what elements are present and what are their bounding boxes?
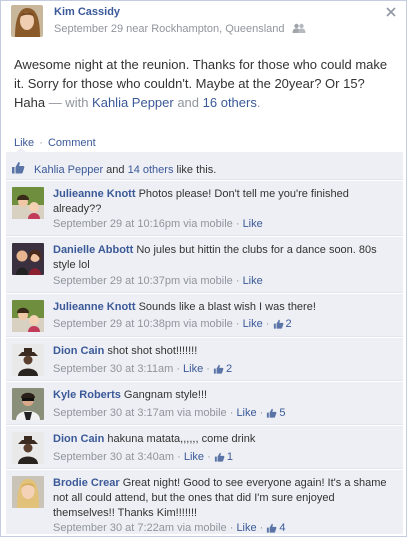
likes-suffix: like this. [173,164,217,176]
comment-like-button[interactable]: Like [236,407,256,419]
comment-like-button[interactable]: Like [236,522,256,534]
commenter-name[interactable]: Brodie Crear [53,477,120,489]
comment-item: Dion Cain shot shot shot!!!!!!! Septembe… [6,337,403,381]
liker-link[interactable]: Kahlia Pepper [34,164,103,176]
thumbs-up-icon [213,364,224,374]
comment-like-button[interactable]: Like [243,218,263,230]
post-card: Kim Cassidy September 29 near Rockhampto… [0,0,407,537]
like-count-value: 5 [279,407,286,419]
comment-text: Gangnam style!!! [123,389,208,401]
tagged-others-link[interactable]: 16 others [203,95,257,110]
separator: · [39,137,43,149]
commenter-name[interactable]: Dion Cain [53,433,104,445]
comment-item: Kyle Roberts Gangnam style!!! September … [6,381,403,425]
period: . [256,95,261,110]
likes-and: and [103,164,128,176]
tagged-person-link[interactable]: Kahlia Pepper [92,95,174,110]
commenter-name[interactable]: Kyle Roberts [53,389,121,401]
comment-like-count[interactable]: 2 [213,363,232,375]
commenter-avatar[interactable] [12,300,44,332]
comment-timestamp[interactable]: September 29 at 10:37pm via mobile [53,275,233,287]
comment-meta: September 30 at 3:40am · Like · 1 [53,451,233,463]
comment-like-count[interactable]: 1 [214,451,233,463]
likers-others-link[interactable]: 14 others [128,164,174,176]
friends-icon[interactable] [292,23,306,33]
comment-timestamp[interactable]: September 30 at 3:11am [53,363,173,375]
comment-meta: September 29 at 10:16pm via mobile · Lik… [53,218,263,230]
feedback-panel: Kahlia Pepper and 14 others like this. J… [6,147,403,534]
comment-body: Kyle Roberts Gangnam style!!! [53,388,393,403]
comment-timestamp[interactable]: September 30 at 3:17am via mobile [53,407,227,419]
commenter-avatar[interactable] [12,344,44,376]
comment-meta: September 29 at 10:37pm via mobile · Lik… [53,275,263,287]
author-name[interactable]: Kim Cassidy [54,6,120,18]
comment-meta: September 30 at 7:22am via mobile · Like… [53,522,286,534]
comment-item: Danielle Abbott No jules but hittin the … [6,236,403,293]
commenter-name[interactable]: Julieanne Knott [53,188,136,200]
post-actions: Like · Comment [14,137,96,149]
comment-meta: September 30 at 3:11am · Like · 2 [53,363,233,375]
comment-text: hakuna matata,,,,,, come drink [107,433,256,445]
comment-like-count[interactable]: 4 [266,522,286,534]
author-avatar[interactable] [11,5,43,37]
post-message: Awesome night at the reunion. Thanks for… [14,55,396,112]
comment-timestamp[interactable]: September 30 at 7:22am via mobile [53,522,227,534]
comment-body: Danielle Abbott No jules but hittin the … [53,243,393,273]
comment-body: Dion Cain shot shot shot!!!!!!! [53,344,393,359]
commenter-name[interactable]: Danielle Abbott [53,244,133,256]
commenter-avatar[interactable] [12,187,44,219]
comment-like-count[interactable]: 2 [273,318,292,330]
comment-like-button[interactable]: Like [243,275,263,287]
commenter-avatar[interactable] [12,388,44,420]
close-icon[interactable] [386,4,396,20]
likes-summary: Kahlia Pepper and 14 others like this. [6,152,403,180]
commenter-name[interactable]: Julieanne Knott [53,301,136,313]
commenter-name[interactable]: Dion Cain [53,345,104,357]
post-meta: September 29 near Rockhampton, Queenslan… [54,23,306,35]
comment-like-button[interactable]: Like [184,451,204,463]
comment-item: Dion Cain hakuna matata,,,,,, come drink… [6,425,403,469]
comment-text: Sounds like a blast wish I was there! [138,301,316,313]
thumbs-up-icon [267,523,277,533]
comment-text: shot shot shot!!!!!!! [107,345,198,357]
comment-button[interactable]: Comment [48,137,96,149]
post-timestamp-location[interactable]: September 29 near Rockhampton, Queenslan… [54,23,285,35]
with-prefix: — with [45,95,93,110]
thumbs-up-icon [273,319,283,329]
thumbs-up-icon [214,452,225,462]
comment-meta: September 29 at 10:38pm via mobile · Lik… [53,318,292,330]
comment-body: Brodie Crear Great night! Good to see ev… [53,476,393,521]
like-count-value: 2 [226,363,233,375]
comment-like-button[interactable]: Like [183,363,203,375]
comment-timestamp[interactable]: September 29 at 10:38pm via mobile [53,318,233,330]
comment-like-count[interactable]: 5 [266,407,286,419]
and-text: and [173,95,203,110]
comment-timestamp[interactable]: September 29 at 10:16pm via mobile [53,218,233,230]
like-count-value: 1 [226,451,233,463]
comment-meta: September 30 at 3:17am via mobile · Like… [53,407,286,419]
comment-like-button[interactable]: Like [243,318,263,330]
comment-timestamp[interactable]: September 30 at 3:40am [53,451,174,463]
comment-item: Julieanne Knott Sounds like a blast wish… [6,293,403,337]
comment-item: Brodie Crear Great night! Good to see ev… [6,469,403,534]
like-count-value: 2 [285,318,292,330]
likes-text: Kahlia Pepper and 14 others like this. [34,164,216,176]
thumbs-up-icon [11,161,25,177]
comment-body: Julieanne Knott Photos please! Don't tel… [53,187,393,217]
post-header: Kim Cassidy September 29 near Rockhampto… [11,5,398,39]
commenter-avatar[interactable] [12,243,44,275]
thumbs-up-icon [267,408,277,418]
comment-body: Julieanne Knott Sounds like a blast wish… [53,300,393,315]
commenter-avatar[interactable] [12,476,44,508]
comment-item: Julieanne Knott Photos please! Don't tel… [6,180,403,236]
commenter-avatar[interactable] [12,432,44,464]
like-count-value: 4 [279,522,286,534]
comment-body: Dion Cain hakuna matata,,,,,, come drink [53,432,393,447]
